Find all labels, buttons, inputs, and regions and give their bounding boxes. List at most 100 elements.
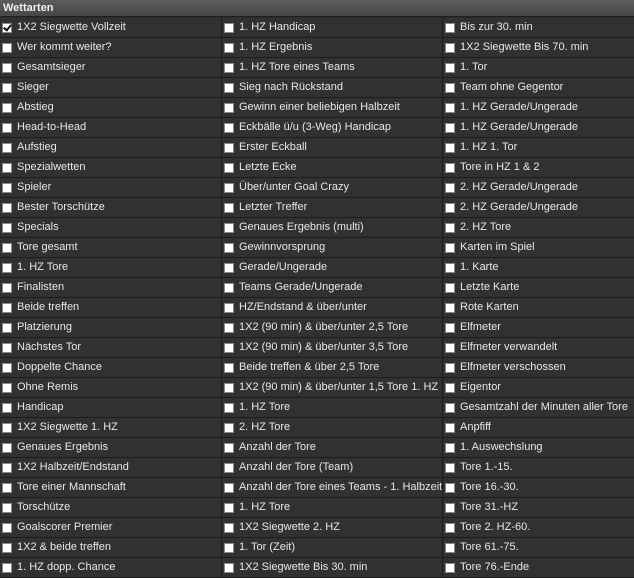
bet-type-option[interactable]: 2. HZ Gerade/Ungerade [443, 198, 634, 218]
checkbox[interactable] [224, 342, 234, 353]
checkbox[interactable] [2, 62, 12, 73]
checkbox[interactable] [224, 102, 234, 113]
checkbox[interactable] [445, 42, 455, 53]
checkbox[interactable] [224, 322, 234, 333]
checkbox[interactable] [2, 122, 12, 133]
checkbox[interactable] [224, 262, 234, 273]
checkbox[interactable] [445, 162, 455, 173]
bet-type-option[interactable]: Erster Eckball [222, 138, 443, 158]
bet-type-option[interactable]: Anzahl der Tore eines Teams - 1. Halbzei… [222, 478, 443, 498]
bet-type-option[interactable]: Gesamtzahl der Minuten aller Tore [443, 398, 634, 418]
bet-type-option[interactable]: 1. HZ Tore [222, 398, 443, 418]
bet-type-option[interactable]: Gewinn einer beliebigen Halbzeit [222, 98, 443, 118]
checkbox[interactable] [445, 222, 455, 233]
bet-type-option[interactable]: Bis zur 30. min [443, 18, 634, 38]
bet-type-option[interactable]: Anzahl der Tore [222, 438, 443, 458]
checkbox[interactable] [2, 142, 12, 153]
bet-type-option[interactable]: Tore 76.-Ende [443, 558, 634, 578]
checkbox[interactable] [2, 522, 12, 533]
checkbox[interactable] [2, 382, 12, 393]
bet-type-option[interactable]: Torschütze [0, 498, 222, 518]
checkbox[interactable] [224, 562, 234, 573]
bet-type-option[interactable]: Elfmeter verwandelt [443, 338, 634, 358]
bet-type-option[interactable]: Specials [0, 218, 222, 238]
checkbox[interactable] [445, 242, 455, 253]
bet-type-option[interactable]: Beide treffen & über 2,5 Tore [222, 358, 443, 378]
bet-type-option[interactable]: Genaues Ergebnis [0, 438, 222, 458]
checkbox[interactable] [445, 382, 455, 393]
bet-type-option[interactable]: Tore 61.-75. [443, 538, 634, 558]
bet-type-option[interactable]: 1. Karte [443, 258, 634, 278]
bet-type-option[interactable]: Anpfiff [443, 418, 634, 438]
checkbox[interactable] [224, 122, 234, 133]
bet-type-option[interactable]: Wer kommt weiter? [0, 38, 222, 58]
bet-type-option[interactable]: 2. HZ Gerade/Ungerade [443, 178, 634, 198]
checkbox[interactable] [445, 22, 455, 33]
bet-type-option[interactable]: Platzierung [0, 318, 222, 338]
checkbox[interactable] [2, 402, 12, 413]
bet-type-option[interactable]: Tore einer Mannschaft [0, 478, 222, 498]
bet-type-option[interactable]: Anzahl der Tore (Team) [222, 458, 443, 478]
checkbox[interactable] [445, 422, 455, 433]
bet-type-option[interactable]: Team ohne Gegentor [443, 78, 634, 98]
checkbox[interactable] [224, 442, 234, 453]
bet-type-option[interactable]: Tore 31.-HZ [443, 498, 634, 518]
bet-type-option[interactable]: 1. HZ 1. Tor [443, 138, 634, 158]
bet-type-option[interactable]: 1X2 (90 min) & über/unter 3,5 Tore [222, 338, 443, 358]
checkbox[interactable] [445, 122, 455, 133]
bet-type-option[interactable]: Spezialwetten [0, 158, 222, 178]
bet-type-option[interactable]: Goalscorer Premier [0, 518, 222, 538]
bet-type-option[interactable]: 1X2 (90 min) & über/unter 1,5 Tore 1. HZ [222, 378, 443, 398]
bet-type-option[interactable]: HZ/Endstand & über/unter [222, 298, 443, 318]
checkbox[interactable] [224, 542, 234, 553]
checkbox[interactable] [224, 162, 234, 173]
checkbox[interactable] [224, 522, 234, 533]
checkbox[interactable] [445, 182, 455, 193]
bet-type-option[interactable]: Ohne Remis [0, 378, 222, 398]
bet-type-option[interactable]: 1. HZ Gerade/Ungerade [443, 118, 634, 138]
bet-type-option[interactable]: Gesamtsieger [0, 58, 222, 78]
bet-type-option[interactable]: Gewinnvorsprung [222, 238, 443, 258]
bet-type-option[interactable]: Genaues Ergebnis (multi) [222, 218, 443, 238]
bet-type-option[interactable]: Über/unter Goal Crazy [222, 178, 443, 198]
bet-type-option[interactable]: 1X2 Siegwette Bis 70. min [443, 38, 634, 58]
checkbox[interactable] [2, 282, 12, 293]
checkbox[interactable] [224, 482, 234, 493]
bet-type-option[interactable]: Finalisten [0, 278, 222, 298]
checkbox[interactable] [224, 462, 234, 473]
checkbox[interactable] [445, 62, 455, 73]
bet-type-option[interactable]: Tore gesamt [0, 238, 222, 258]
checkbox[interactable] [2, 22, 12, 33]
checkbox[interactable] [2, 342, 12, 353]
checkbox[interactable] [445, 282, 455, 293]
bet-type-option[interactable]: 2. HZ Tore [222, 418, 443, 438]
checkbox[interactable] [224, 402, 234, 413]
checkbox[interactable] [224, 182, 234, 193]
checkbox[interactable] [445, 322, 455, 333]
checkbox[interactable] [2, 362, 12, 373]
checkbox[interactable] [224, 22, 234, 33]
checkbox[interactable] [224, 362, 234, 373]
checkbox[interactable] [445, 462, 455, 473]
bet-type-option[interactable]: Letzter Treffer [222, 198, 443, 218]
bet-type-option[interactable]: Beide treffen [0, 298, 222, 318]
bet-type-option[interactable]: Abstieg [0, 98, 222, 118]
checkbox[interactable] [2, 222, 12, 233]
checkbox[interactable] [2, 322, 12, 333]
checkbox[interactable] [445, 522, 455, 533]
bet-type-option[interactable]: 1. HZ Tore [222, 498, 443, 518]
checkbox[interactable] [224, 82, 234, 93]
bet-type-option[interactable]: 1. Tor [443, 58, 634, 78]
checkbox[interactable] [445, 202, 455, 213]
checkbox[interactable] [2, 482, 12, 493]
checkbox[interactable] [445, 542, 455, 553]
checkbox[interactable] [445, 142, 455, 153]
bet-type-option[interactable]: Spieler [0, 178, 222, 198]
checkbox[interactable] [2, 302, 12, 313]
checkbox[interactable] [2, 422, 12, 433]
checkbox[interactable] [445, 102, 455, 113]
checkbox[interactable] [445, 82, 455, 93]
bet-type-option[interactable]: Gerade/Ungerade [222, 258, 443, 278]
bet-type-option[interactable]: Sieg nach Rückstand [222, 78, 443, 98]
checkbox[interactable] [224, 242, 234, 253]
